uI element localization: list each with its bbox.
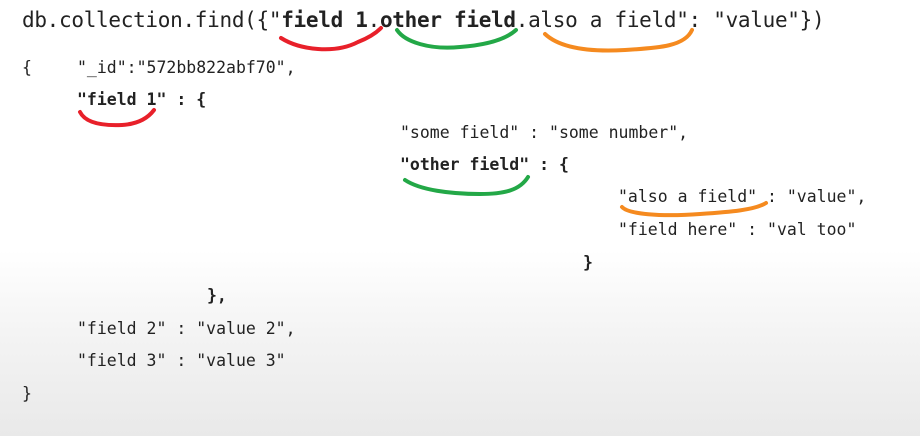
doc-field-1-sep: : { xyxy=(166,90,207,109)
doc-field-1-key: "field 1" xyxy=(77,90,167,109)
query-also-a-field-underline xyxy=(543,28,694,53)
doc-some-field-line: "some field" : "some number", xyxy=(400,123,689,142)
doc-id-line: "_id":"572bb822abf70", xyxy=(77,58,296,77)
doc-inner-close-brace: } xyxy=(583,253,593,272)
doc-field-2-line: "field 2" : "value 2", xyxy=(77,319,296,338)
doc-other-field-sep: : { xyxy=(529,155,569,174)
query-other-field-underline xyxy=(395,28,518,50)
query-suffix: ": "value"}) xyxy=(676,8,825,32)
query-other-field: other field xyxy=(379,8,516,32)
query-dot-1: . xyxy=(367,8,381,32)
doc-other-field-key: "other field" xyxy=(400,155,530,174)
doc-other-field-line: "other field" : { xyxy=(400,155,569,174)
doc-middle-close-brace: }, xyxy=(207,286,227,305)
query-line: db.collection.find({"field 1.other field… xyxy=(22,8,825,32)
doc-field-3-line: "field 3" : "value 3" xyxy=(77,351,286,370)
doc-field-here-line: "field here" : "val too" xyxy=(618,220,857,239)
doc-open-brace: { xyxy=(22,58,32,77)
query-field-1: field 1 xyxy=(281,8,368,32)
query-prefix: db.collection.find({" xyxy=(22,8,282,32)
query-also-a-field: also a field xyxy=(528,8,677,32)
doc-other-field-underline xyxy=(403,175,530,197)
doc-field-1-underline xyxy=(78,108,156,128)
doc-field-1-line: "field 1" : { xyxy=(77,90,207,109)
doc-also-a-field-line: "also a field" : "value", xyxy=(618,187,867,206)
query-dot-2: . xyxy=(515,8,529,32)
doc-close-brace: } xyxy=(22,384,32,403)
